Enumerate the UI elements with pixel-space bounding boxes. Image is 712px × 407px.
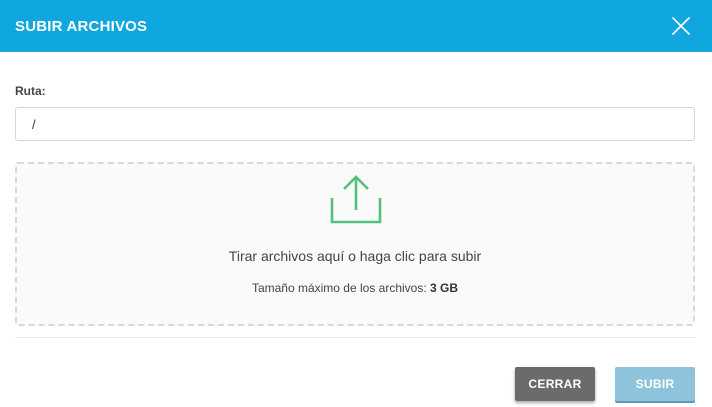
max-size-label: Tamaño máximo de los archivos: xyxy=(251,281,427,295)
path-label: Ruta: xyxy=(15,84,46,98)
file-dropzone[interactable]: Tirar archivos aquí o haga clic para sub… xyxy=(15,162,695,326)
dialog-header: SUBIR ARCHIVOS xyxy=(0,0,712,52)
max-size-value: 3 GB xyxy=(430,281,459,295)
upload-button[interactable]: SUBIR xyxy=(615,367,695,401)
close-button[interactable]: CERRAR xyxy=(515,367,595,401)
max-file-size: Tamaño máximo de los archivos: 3 GB xyxy=(17,281,693,295)
dropzone-instructions: Tirar archivos aquí o haga clic para sub… xyxy=(228,248,482,264)
path-input[interactable] xyxy=(15,107,695,141)
close-icon[interactable] xyxy=(670,15,692,37)
dialog-title: SUBIR ARCHIVOS xyxy=(15,17,148,35)
footer-divider xyxy=(15,337,695,338)
upload-icon xyxy=(330,174,382,226)
